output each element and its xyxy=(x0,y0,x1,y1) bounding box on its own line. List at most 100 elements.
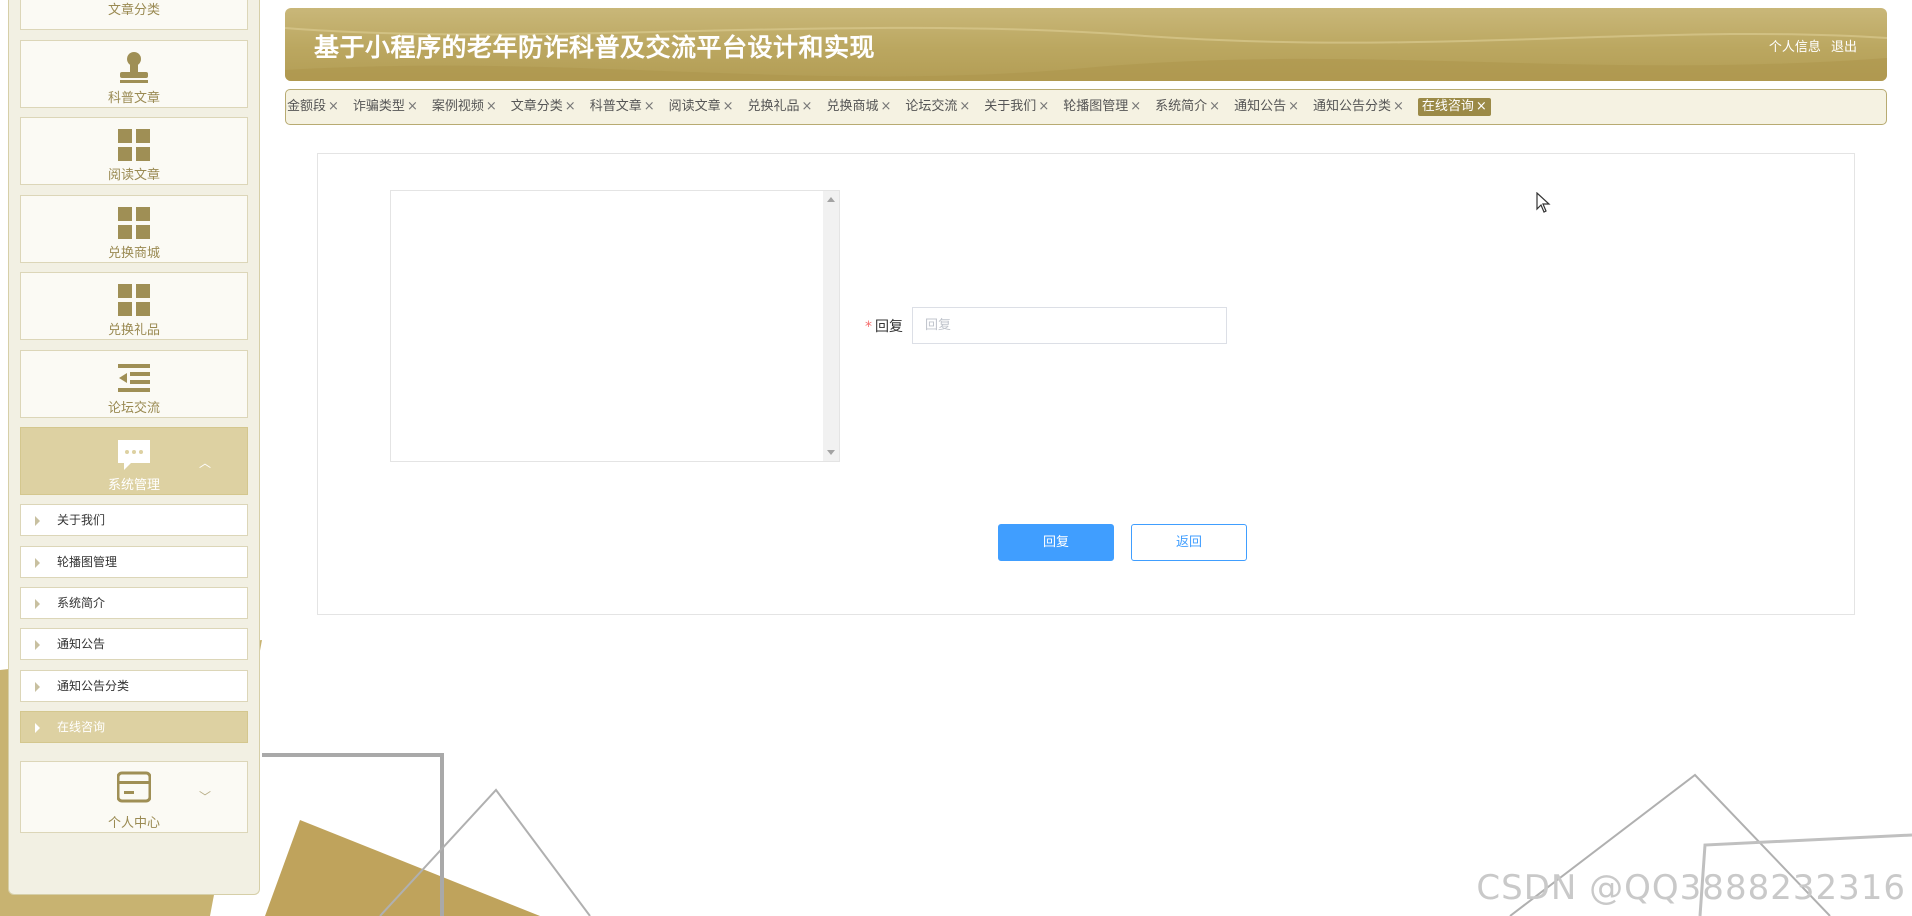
tab-label: 科普文章 xyxy=(589,99,642,114)
tab-track: 骗金额段×诈骗类型×案例视频×文章分类×科普文章×阅读文章×兑换礼品×兑换商城×… xyxy=(286,98,1505,116)
reply-field-label: * 回复 xyxy=(865,316,903,336)
tab-label: 兑换商城 xyxy=(826,99,879,114)
tab-item[interactable]: 骗金额段× xyxy=(286,98,339,116)
tab-label: 案例视频 xyxy=(431,99,484,114)
tab-item[interactable]: 阅读文章 × xyxy=(669,98,734,116)
close-icon[interactable]: × xyxy=(644,99,655,114)
sidebar-item-personal-center[interactable]: 个人中心 ﹀ xyxy=(20,761,248,833)
sidebar-item-exchange-mall[interactable]: 兑换商城 xyxy=(20,195,248,263)
reply-label-text: 回复 xyxy=(875,319,903,335)
sidebar-item-exchange-gifts[interactable]: 兑换礼品 xyxy=(20,272,248,340)
tab-label: 文章分类 xyxy=(510,99,563,114)
close-icon[interactable]: × xyxy=(486,99,497,114)
tab-item[interactable]: 兑换礼品 × xyxy=(748,98,813,116)
close-icon[interactable]: × xyxy=(565,99,576,114)
tab-label: 兑换礼品 xyxy=(747,99,800,114)
sidebar-subitem-label: 通知公告 xyxy=(57,637,106,651)
sidebar-item-label: 文章分类 xyxy=(107,3,160,18)
sidebar-item-label: 科普文章 xyxy=(107,91,160,106)
sidebar-subitem-label: 轮播图管理 xyxy=(57,555,118,569)
tab-item[interactable]: 案例视频 × xyxy=(432,98,497,116)
reply-input[interactable] xyxy=(912,307,1227,344)
sidebar-item-label: 兑换商城 xyxy=(107,246,160,261)
profile-link[interactable]: 个人信息 xyxy=(1769,40,1821,55)
close-icon[interactable]: × xyxy=(1209,99,1220,114)
sidebar-subitem-label: 系统简介 xyxy=(57,596,106,610)
tab-item[interactable]: 诈骗类型 × xyxy=(353,98,418,116)
sidebar: 文章分类 科普文章 阅读文章 兑换商城 兑换礼品 论坛交流 系统管理 ︿ 关于我… xyxy=(8,0,260,895)
chevron-up-icon: ︿ xyxy=(198,456,211,470)
close-icon[interactable]: × xyxy=(1288,99,1299,114)
sidebar-item-label: 个人中心 xyxy=(107,816,160,831)
tab-item[interactable]: 科普文章 × xyxy=(590,98,655,116)
sidebar-item-label: 系统管理 xyxy=(107,478,160,493)
scrollbar[interactable] xyxy=(823,191,839,461)
sidebar-subitem-carousel-management[interactable]: 轮播图管理 xyxy=(20,546,248,578)
tab-label: 在线咨询 xyxy=(1421,99,1474,114)
page-title: 基于小程序的老年防诈科普及交流平台设计和实现 xyxy=(314,33,876,62)
caret-right-icon xyxy=(35,682,40,692)
sidebar-subitem-online-consult[interactable]: 在线咨询 xyxy=(20,711,248,743)
header-links: 个人信息 退出 xyxy=(1763,36,1857,55)
close-icon[interactable]: × xyxy=(880,99,891,114)
mouse-cursor-icon xyxy=(1536,192,1551,213)
reply-submit-button[interactable]: 回复 xyxy=(998,524,1114,561)
sidebar-item-science-articles[interactable]: 科普文章 xyxy=(20,40,248,108)
scroll-up-icon[interactable] xyxy=(827,197,835,202)
caret-right-icon xyxy=(35,723,40,733)
sidebar-subitem-label: 关于我们 xyxy=(57,513,106,527)
sidebar-item-read-articles[interactable]: 阅读文章 xyxy=(20,117,248,185)
close-icon[interactable]: × xyxy=(1476,99,1487,114)
tab-item[interactable]: 论坛交流 × xyxy=(905,98,970,116)
tab-label: 通知公告 xyxy=(1234,99,1287,114)
message-content-box[interactable] xyxy=(390,190,840,462)
tab-item[interactable]: 在线咨询 × xyxy=(1417,98,1491,116)
sidebar-subitem-notices[interactable]: 通知公告 xyxy=(20,628,248,660)
tab-item[interactable]: 关于我们 × xyxy=(984,98,1049,116)
card-icon xyxy=(117,771,151,803)
tab-label: 通知公告分类 xyxy=(1312,99,1391,114)
close-icon[interactable]: × xyxy=(328,99,339,114)
tab-item[interactable]: 兑换商城 × xyxy=(826,98,891,116)
sidebar-subitem-about-us[interactable]: 关于我们 xyxy=(20,504,248,536)
sidebar-item-system-management[interactable]: 系统管理 ︿ xyxy=(20,427,248,495)
chevron-down-icon: ﹀ xyxy=(198,790,211,804)
sidebar-item-label: 论坛交流 xyxy=(107,401,160,416)
tab-label: 阅读文章 xyxy=(668,99,721,114)
tab-label: 骗金额段 xyxy=(286,99,327,114)
reply-form-panel: *回复 回复 返回 xyxy=(317,153,1855,615)
close-icon[interactable]: × xyxy=(723,99,734,114)
tab-item[interactable]: 通知公告分类 × xyxy=(1313,98,1404,116)
list-indent-icon xyxy=(118,364,150,392)
tab-item[interactable]: 轮播图管理 × xyxy=(1063,98,1141,116)
sidebar-subitem-label: 通知公告分类 xyxy=(57,679,130,693)
tab-item[interactable]: 文章分类 × xyxy=(511,98,576,116)
grid-icon xyxy=(118,284,150,316)
tab-item[interactable]: 通知公告 × xyxy=(1234,98,1299,116)
sidebar-subitem-system-intro[interactable]: 系统简介 xyxy=(20,587,248,619)
back-button[interactable]: 返回 xyxy=(1131,524,1247,561)
required-mark: * xyxy=(865,319,872,335)
sidebar-subitem-notice-categories[interactable]: 通知公告分类 xyxy=(20,670,248,702)
close-icon[interactable]: × xyxy=(1393,99,1404,114)
tab-item[interactable]: 系统简介 × xyxy=(1155,98,1220,116)
caret-right-icon xyxy=(35,599,40,609)
watermark: CSDN @QQ3888232316 xyxy=(1476,868,1906,908)
logout-link[interactable]: 退出 xyxy=(1831,40,1857,55)
scroll-down-icon[interactable] xyxy=(827,450,835,455)
grid-icon xyxy=(118,129,150,161)
sidebar-subitem-label: 在线咨询 xyxy=(57,720,106,734)
sidebar-item-forum[interactable]: 论坛交流 xyxy=(20,350,248,418)
grid-icon xyxy=(118,207,150,239)
sidebar-item-article-category[interactable]: 文章分类 xyxy=(20,0,248,30)
caret-right-icon xyxy=(35,516,40,526)
tab-label: 轮播图管理 xyxy=(1063,99,1129,114)
top-header: 基于小程序的老年防诈科普及交流平台设计和实现 个人信息 退出 xyxy=(285,8,1887,81)
close-icon[interactable]: × xyxy=(1130,99,1141,114)
close-icon[interactable]: × xyxy=(959,99,970,114)
close-icon[interactable]: × xyxy=(802,99,813,114)
close-icon[interactable]: × xyxy=(407,99,418,114)
tab-label: 诈骗类型 xyxy=(352,99,405,114)
chat-bubble-icon xyxy=(118,440,150,470)
close-icon[interactable]: × xyxy=(1038,99,1049,114)
